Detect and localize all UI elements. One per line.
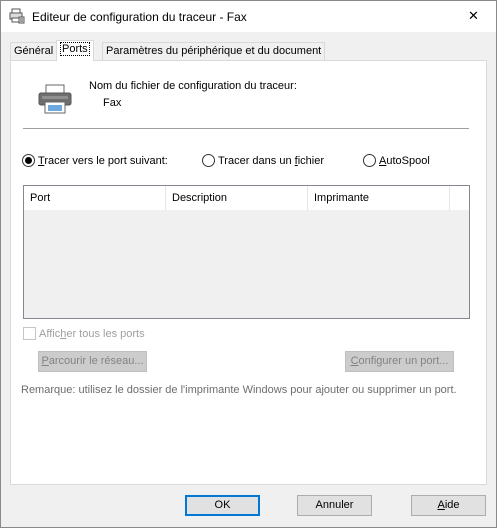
printer-icon [38, 84, 72, 114]
radio-plot-to-port[interactable]: Tracer vers le port suivant: [22, 154, 168, 167]
radio-autospool[interactable]: AutoSpool [363, 154, 430, 167]
separator [23, 128, 469, 129]
browse-network-button[interactable]: Parcourir le réseau... [38, 351, 147, 372]
ports-list[interactable]: Port Description Imprimante [23, 185, 470, 319]
title-bar: Editeur de configuration du traceur - Fa… [1, 1, 496, 32]
plotter-app-icon [9, 8, 25, 24]
tab-general-label: Général [14, 45, 54, 57]
radio-autospool-circle[interactable] [363, 154, 376, 167]
plotter-config-window: Editeur de configuration du traceur - Fa… [0, 0, 497, 528]
column-header-printer[interactable]: Imprimante [308, 186, 450, 210]
close-icon: ✕ [468, 8, 479, 23]
show-all-ports-label: Afficher tous les ports [39, 327, 145, 340]
show-all-ports-box[interactable] [23, 327, 36, 340]
ports-list-header: Port Description Imprimante [24, 186, 469, 210]
tab-ports-label: Ports [60, 42, 90, 56]
show-all-ports-checkbox[interactable]: Afficher tous les ports [23, 327, 145, 340]
config-file-value: Fax [103, 97, 122, 109]
remark-text: Remarque: utilisez le dossier de l'impri… [21, 384, 457, 396]
ok-button[interactable]: OK [185, 495, 260, 516]
column-header-description[interactable]: Description [166, 186, 308, 210]
ports-tab-panel: Nom du fichier de configuration du trace… [10, 60, 487, 485]
help-button[interactable]: Aide [411, 495, 486, 516]
radio-autospool-label: AutoSpool [379, 154, 430, 167]
close-button[interactable]: ✕ [451, 1, 496, 31]
radio-plot-to-file-circle[interactable] [202, 154, 215, 167]
cancel-button[interactable]: Annuler [297, 495, 372, 516]
radio-plot-to-port-circle[interactable] [22, 154, 35, 167]
tab-general[interactable]: Général [10, 42, 58, 60]
tab-device-document-label: Paramètres du périphérique et du documen… [106, 45, 322, 57]
radio-plot-to-file-label: Tracer dans un fichier [218, 154, 324, 167]
configure-port-button[interactable]: Configurer un port... [345, 351, 454, 372]
config-file-label: Nom du fichier de configuration du trace… [89, 80, 297, 92]
tab-device-document-settings[interactable]: Paramètres du périphérique et du documen… [102, 42, 326, 60]
radio-plot-to-file[interactable]: Tracer dans un fichier [202, 154, 324, 167]
tab-ports[interactable]: Ports [56, 40, 94, 61]
window-title: Editeur de configuration du traceur - Fa… [32, 10, 247, 24]
column-header-port[interactable]: Port [24, 186, 166, 210]
radio-plot-to-port-label: Tracer vers le port suivant: [38, 154, 168, 167]
